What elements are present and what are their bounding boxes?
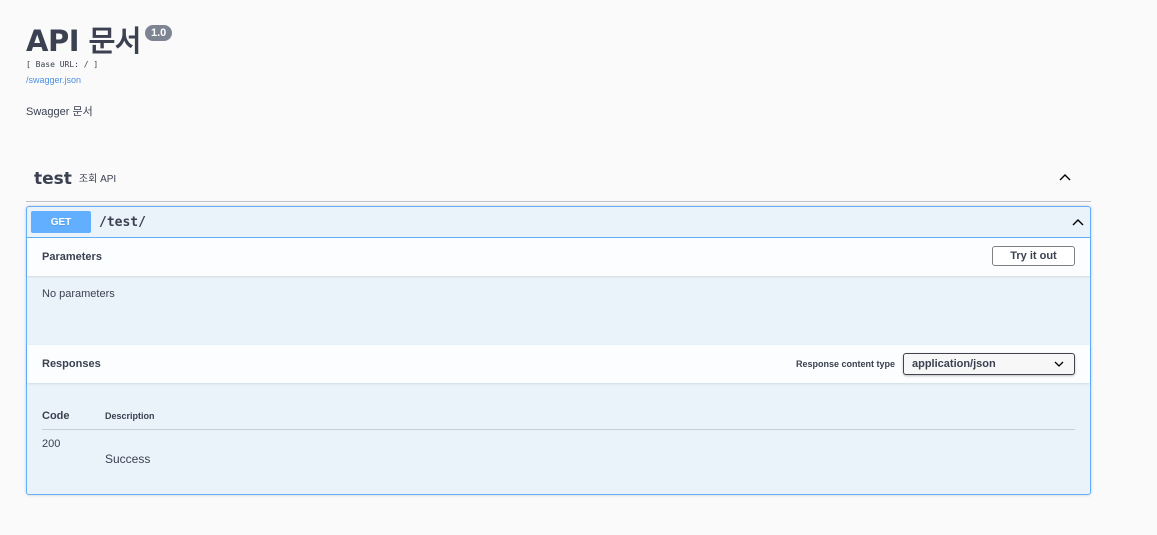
page-title: API 문서 [26,24,141,58]
content-type-label: Response content type [795,359,895,369]
tag-section: test 조회 API [26,156,1091,202]
responses-table: Code Description 200 Success [42,383,1075,466]
try-it-out-button[interactable]: Try it out [992,246,1075,266]
chevron-up-icon[interactable] [1058,170,1072,184]
api-info: API 문서 1.0 [ Base URL: / ] /swagger.json… [26,22,173,119]
chevron-up-icon[interactable] [1071,215,1085,229]
description-column-header: Description [105,411,155,421]
swagger-page: API 문서 1.0 [ Base URL: / ] /swagger.json… [0,0,1157,535]
operation-path: /test/ [99,214,146,230]
parameters-header: Parameters Try it out [27,238,1090,276]
table-row: 200 Success [42,430,1075,466]
api-description: Swagger 문서 [26,106,93,118]
parameters-title: Parameters [42,251,102,263]
operation-block: GET /test/ Parameters Try it out No para… [26,206,1091,495]
version-badge: 1.0 [144,25,173,41]
tag-header[interactable]: test 조회 API [26,156,1091,202]
tag-name: test [34,168,72,189]
code-column-header: Code [42,410,70,422]
response-code: 200 [42,438,61,450]
tag-description: 조회 API [78,173,117,185]
responses-header: Responses Response content type applicat… [27,345,1090,383]
responses-table-header: Code Description [42,403,1075,430]
operation-summary[interactable]: GET /test/ [27,207,1090,238]
no-parameters-text: No parameters [42,288,115,300]
responses-title: Responses [42,358,101,370]
title-row: API 문서 1.0 [26,22,173,60]
method-badge: GET [31,211,91,233]
content-type-value: application/json [912,358,996,370]
base-url: [ Base URL: / ] [26,60,99,69]
chevron-down-icon [1054,361,1064,367]
response-description: Success [105,452,151,466]
spec-link[interactable]: /swagger.json [26,75,81,86]
content-type-select[interactable]: application/json [903,353,1075,375]
